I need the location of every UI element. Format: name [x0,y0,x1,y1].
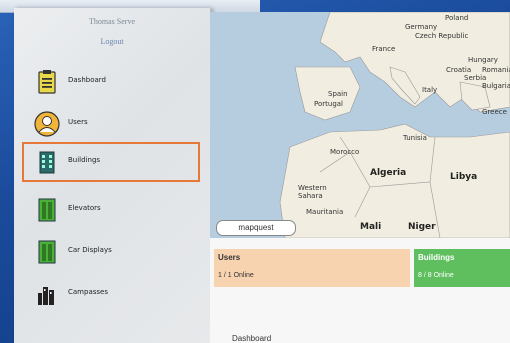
card-title: Users [218,253,241,262]
map-label: Italy [422,86,438,94]
sidebar: Thomas Serve Logout Dashboard Users Buil… [14,8,211,343]
sidebar-item-elevators[interactable]: Elevators [24,192,198,228]
map-label: Mali [360,222,382,232]
map-attribution[interactable]: mapquest [216,220,296,236]
section-title: Dashboard [232,334,272,343]
map-label: Algeria [370,168,407,178]
building-icon [39,151,55,174]
campass-icon [38,287,54,305]
sidebar-item-label: Dashboard [68,76,106,84]
users-card[interactable]: Users 1 / 1 Online [214,249,410,287]
map-label: Czech Republic [415,32,469,40]
logout-link[interactable]: Logout [14,37,210,46]
map-view[interactable]: Poland Germany Czech Republic France Hun… [210,12,510,238]
map-label: Serbia [464,74,487,82]
map-label: Tunisia [403,134,427,142]
map-land [279,12,510,238]
map-label: Bulgaria [482,82,510,90]
map-label: Western Sahara [298,184,327,200]
dashboard-panel: Users 1 / 1 Online Buildings 8 / 8 Onlin… [210,238,510,343]
sidebar-item-buildings[interactable]: Buildings [22,142,200,182]
car-display-icon [38,240,56,264]
map-label: Morocco [330,148,360,156]
user-name: Thomas Serve [89,17,135,26]
sidebar-item-label: Buildings [68,156,101,164]
map-label: Hungary [468,56,498,64]
card-value: 8 / 8 Online [418,272,454,279]
map-label: Niger [408,222,436,232]
map-label: France [372,45,396,53]
sidebar-item-label: Elevators [68,204,101,212]
sidebar-item-dashboard[interactable]: Dashboard [24,64,198,100]
sidebar-item-label: Campasses [68,288,108,296]
map-label: Greece [482,108,507,116]
clipboard-icon [38,70,56,94]
map-label: Mauritania [306,208,344,216]
map-label: Libya [450,172,478,182]
map-label: Germany [405,23,438,31]
user-icon [34,111,60,137]
elevator-icon [38,198,56,222]
map-label: Poland [445,14,469,22]
sidebar-item-car-displays[interactable]: Car Displays [24,234,198,270]
sidebar-item-users[interactable]: Users [24,106,198,142]
sidebar-item-label: Car Displays [68,246,112,254]
map-label: Portugal [314,100,343,108]
map-label: Croatia [446,66,472,74]
card-title: Buildings [418,253,455,262]
map-label: Romania [482,66,510,74]
card-value: 1 / 1 Online [218,272,254,279]
map-label: Spain [328,90,348,98]
sidebar-item-label: Users [68,118,88,126]
buildings-card[interactable]: Buildings 8 / 8 Online [414,249,510,287]
sidebar-item-campasses[interactable]: Campasses [24,276,198,312]
